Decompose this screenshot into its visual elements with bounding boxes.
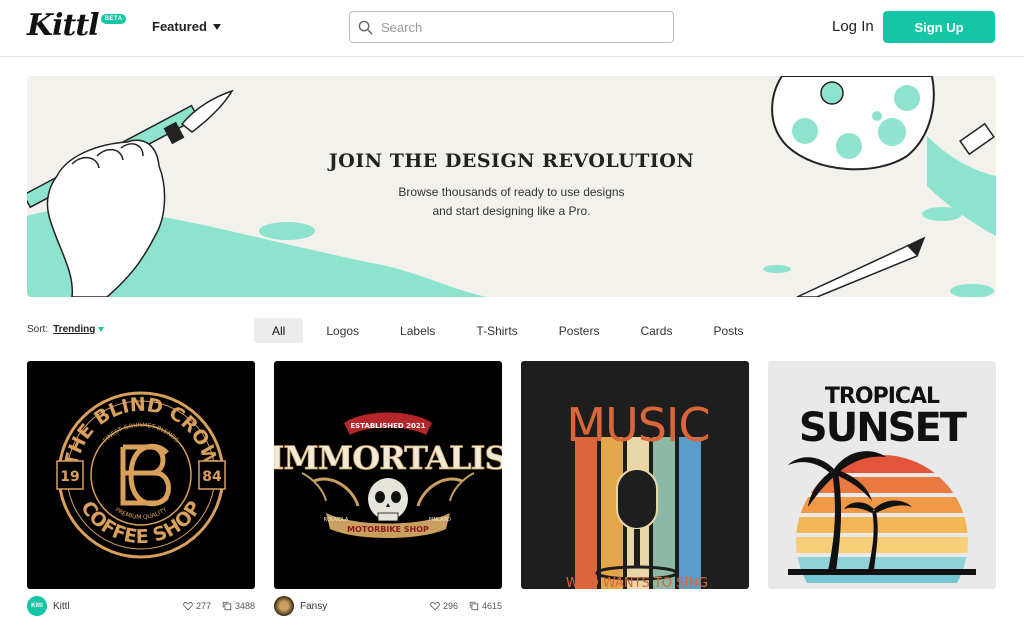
design-banner: MOTORBIKE SHOP: [347, 525, 429, 534]
tab-labels[interactable]: Labels: [382, 318, 453, 343]
design-ring-bottom: PREMIUM QUALITY: [114, 506, 169, 521]
design-bottom-text: WHO WANTS TO SING: [566, 576, 708, 589]
kittl-logo[interactable]: Kittl BETA: [27, 8, 127, 43]
design-left-small: ROUVOLA: [324, 517, 349, 523]
avatar[interactable]: [274, 596, 294, 616]
banner-subtitle-line2: and start designing like a Pro.: [432, 204, 591, 218]
sunset-illustration: [796, 455, 968, 583]
tab-all[interactable]: All: [254, 318, 304, 343]
copies-count: 4615: [481, 601, 502, 611]
skull-icon: [368, 478, 408, 522]
category-tabs: All Logos Labels T-Shirts Posters Cards …: [254, 318, 766, 343]
banner-title: JOIN THE DESIGN REVOLUTION: [328, 150, 695, 172]
tab-posts[interactable]: Posts: [695, 318, 761, 343]
design-card[interactable]: THE BLIND CROW COFFEE SHOP FINEST GOURME…: [27, 361, 255, 616]
caret-down-icon: [98, 327, 105, 332]
caret-down-icon: [212, 23, 221, 30]
card-meta: Fansy 296 4615: [274, 596, 502, 616]
design-thumbnail[interactable]: ESTABLISHED 2021 IMMORTALIS MOTORBIKE SH…: [274, 361, 502, 589]
featured-dropdown[interactable]: Featured: [152, 19, 221, 34]
design-card[interactable]: ESTABLISHED 2021 IMMORTALIS MOTORBIKE SH…: [274, 361, 502, 616]
copy-icon: [469, 601, 479, 611]
avatar[interactable]: Kittl: [27, 596, 47, 616]
design-title: MUSIC: [566, 398, 709, 452]
design-title: IMMORTALIS: [274, 439, 502, 477]
likes-count: 277: [195, 601, 211, 611]
design-thumbnail[interactable]: THE BLIND CROW COFFEE SHOP FINEST GOURME…: [27, 361, 255, 589]
design-left-number: 19: [60, 469, 79, 485]
likes-stat[interactable]: 277: [183, 601, 211, 611]
tab-tshirts[interactable]: T-Shirts: [458, 318, 535, 343]
design-right-number: 84: [202, 469, 222, 485]
pencil-icon: [796, 236, 926, 297]
likes-count: 296: [442, 601, 458, 611]
design-ring-top: FINEST GOURMET BLENDS: [102, 422, 180, 444]
search-icon: [358, 20, 373, 34]
logo-wordmark: Kittl: [27, 8, 100, 43]
search-input[interactable]: [381, 19, 651, 35]
design-thumbnail[interactable]: MUSIC WHO WANTS TO SING: [521, 361, 749, 589]
monogram-icon: [120, 443, 171, 507]
featured-label: Featured: [152, 19, 207, 34]
design-thumbnail[interactable]: TROPICAL SUNSET: [768, 361, 996, 589]
card-stats: 277 3488: [177, 601, 255, 611]
hero-banner: JOIN THE DESIGN REVOLUTION Browse thousa…: [27, 76, 996, 297]
signup-button[interactable]: Sign Up: [883, 11, 995, 43]
tab-posters[interactable]: Posters: [541, 318, 618, 343]
likes-stat[interactable]: 296: [430, 601, 458, 611]
login-link[interactable]: Log In: [832, 18, 874, 35]
card-meta: Kittl Kittl 277 3488: [27, 596, 255, 616]
sort-value[interactable]: Trending: [53, 324, 95, 335]
sort-control[interactable]: Sort: Trending: [27, 324, 105, 335]
banner-subtitle-line1: Browse thousands of ready to use designs: [398, 185, 625, 199]
card-author[interactable]: Fansy: [300, 601, 327, 612]
design-card[interactable]: MUSIC WHO WANTS TO SING: [521, 361, 749, 589]
copies-stat: 4615: [469, 601, 502, 611]
card-stats: 296 4615: [424, 601, 502, 611]
design-title-main: SUNSET: [799, 405, 968, 451]
design-title-top: THE BLIND CROW: [60, 394, 221, 469]
design-right-small: FINLAND: [429, 517, 451, 523]
design-card[interactable]: TROPICAL SUNSET: [768, 361, 996, 589]
beta-badge: BETA: [100, 14, 127, 24]
heart-icon: [183, 602, 193, 611]
design-ribbon: ESTABLISHED 2021: [350, 422, 425, 430]
copies-count: 3488: [234, 601, 255, 611]
top-navbar: Kittl BETA Featured Log In Sign Up: [0, 0, 1024, 57]
sort-label: Sort:: [27, 324, 49, 335]
search-bar[interactable]: [349, 11, 674, 43]
card-author[interactable]: Kittl: [53, 601, 70, 612]
copy-icon: [222, 601, 232, 611]
copies-stat: 3488: [222, 601, 255, 611]
heart-icon: [430, 602, 440, 611]
tab-logos[interactable]: Logos: [308, 318, 377, 343]
tab-cards[interactable]: Cards: [622, 318, 690, 343]
